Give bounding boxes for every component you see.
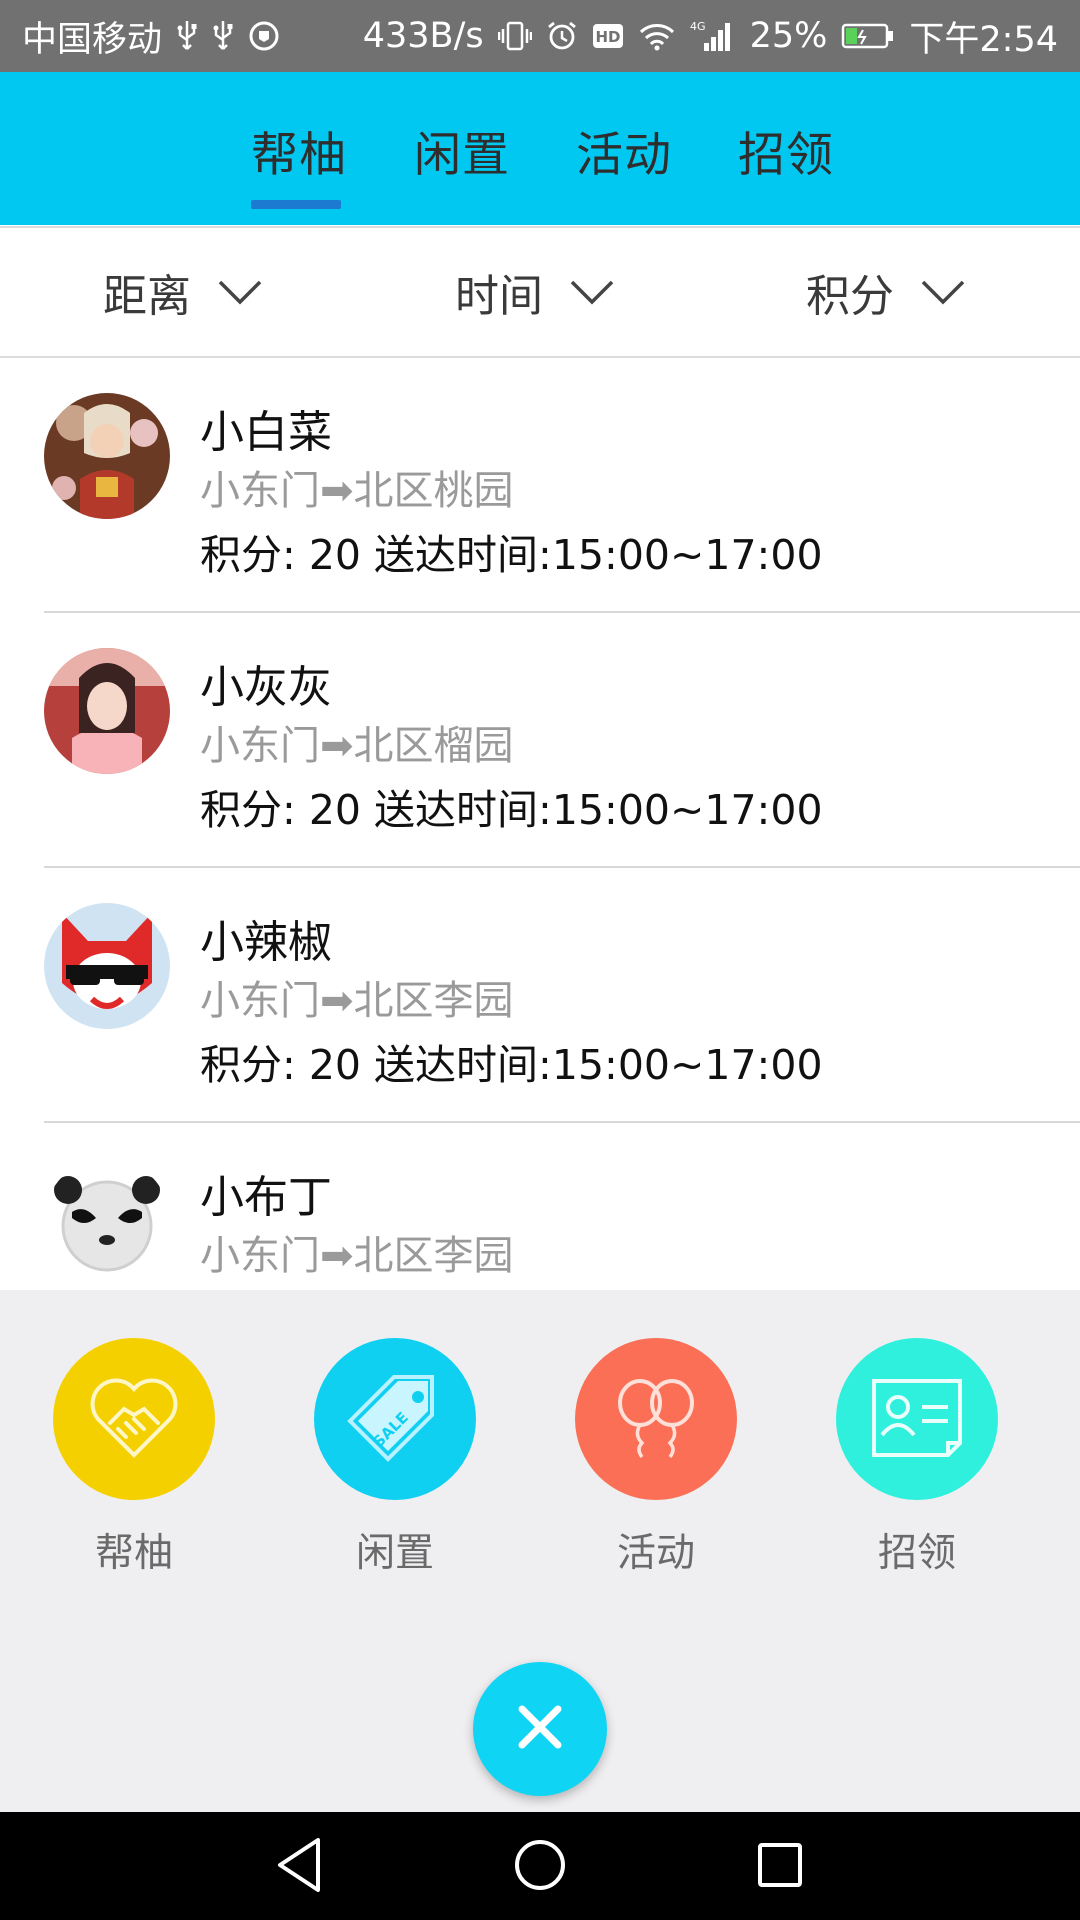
usb-icon — [212, 19, 234, 53]
status-right: 433B/s HD 4G 25% 下午2:54 — [363, 11, 1058, 62]
top-tab-bar: 帮柚 闲置 活动 招领 — [0, 72, 1080, 225]
status-bar: 中国移动 433B/s HD 4G 25% 下午2:54 — [0, 0, 1080, 72]
item-route: 小东门➡北区榴园 — [200, 723, 514, 769]
close-icon — [512, 1699, 568, 1759]
menu-label-huodong: 活动 — [616, 1531, 695, 1576]
item-route: 小东门➡北区桃园 — [200, 468, 514, 514]
tab-huodong[interactable]: 活动 — [576, 116, 672, 185]
system-nav-bar — [0, 1812, 1080, 1920]
list-item[interactable]: 小辣椒 小东门➡北区李园 积分: 20 送达时间:15:00~17:00 — [0, 868, 1080, 1123]
menu-label-bangyou: 帮柚 — [94, 1531, 173, 1576]
list-item[interactable]: 小白菜 小东门➡北区桃园 积分: 20 送达时间:15:00~17:00 — [0, 358, 1080, 613]
avatar — [44, 1158, 170, 1284]
tab-xianzhi[interactable]: 闲置 — [414, 116, 510, 185]
balloons-icon — [606, 1367, 706, 1471]
carrier-label: 中国移动 — [22, 19, 163, 60]
filter-points-label: 积分 — [806, 271, 894, 322]
active-tab-indicator — [251, 200, 341, 209]
wifi-icon — [638, 20, 676, 52]
tab-zhaoling[interactable]: 招领 — [738, 116, 834, 185]
sale-tag-icon: SALE — [340, 1367, 450, 1471]
back-icon[interactable] — [272, 1834, 328, 1900]
avatar — [44, 903, 170, 1029]
list-item[interactable]: 小灰灰 小东门➡北区榴园 积分: 20 送达时间:15:00~17:00 — [0, 613, 1080, 868]
menu-label-zhaoling: 招领 — [877, 1531, 956, 1576]
avatar — [44, 648, 170, 774]
net-speed-label: 433B/s — [362, 16, 484, 56]
svg-text:HD: HD — [595, 28, 620, 46]
filter-distance-label: 距离 — [103, 271, 191, 322]
filter-time-label: 时间 — [455, 271, 543, 322]
filter-time[interactable]: 时间 — [455, 228, 615, 356]
chevron-down-icon — [217, 267, 263, 318]
menu-label-xianzhi: 闲置 — [355, 1531, 434, 1576]
close-menu-button[interactable] — [473, 1662, 607, 1796]
handshake-heart-icon — [84, 1367, 184, 1471]
tab-bangyou[interactable]: 帮柚 — [251, 116, 347, 185]
menu-button-zhaoling[interactable] — [836, 1338, 998, 1500]
network-type-label: 4G — [690, 20, 706, 33]
publish-menu: 帮柚 SALE 闲置 活动 招领 — [0, 1290, 1080, 1812]
item-route: 小东门➡北区李园 — [200, 978, 514, 1024]
item-meta: 积分: 20 送达时间:15:00~17:00 — [200, 786, 823, 834]
hd-icon: HD — [592, 22, 624, 50]
battery-percent: 25% — [749, 16, 828, 56]
vibrate-icon — [497, 20, 532, 52]
id-card-icon — [864, 1367, 970, 1471]
item-meta: 积分: 20 送达时间:15:00~17:00 — [200, 1041, 823, 1089]
signal-icon: 4G — [690, 19, 736, 53]
battery-icon — [841, 21, 895, 51]
shield-icon — [248, 20, 280, 52]
chevron-down-icon — [920, 267, 966, 318]
chevron-down-icon — [569, 267, 615, 318]
clock-label: 下午2:54 — [909, 19, 1058, 60]
item-name: 小灰灰 — [200, 662, 332, 713]
usb-icon — [176, 19, 198, 53]
status-left: 中国移动 — [22, 11, 280, 62]
menu-button-huodong[interactable] — [575, 1338, 737, 1500]
filter-bar: 距离 时间 积分 — [0, 226, 1080, 358]
filter-distance[interactable]: 距离 — [103, 228, 263, 356]
menu-button-xianzhi[interactable]: SALE — [314, 1338, 476, 1500]
avatar — [44, 393, 170, 519]
home-icon[interactable] — [512, 1834, 568, 1900]
item-route: 小东门➡北区李园 — [200, 1233, 514, 1279]
alarm-icon — [546, 20, 578, 52]
menu-button-bangyou[interactable] — [53, 1338, 215, 1500]
filter-points[interactable]: 积分 — [806, 228, 966, 356]
item-name: 小布丁 — [200, 1172, 332, 1223]
item-name: 小辣椒 — [200, 917, 332, 968]
recents-icon[interactable] — [752, 1834, 808, 1900]
item-meta: 积分: 20 送达时间:15:00~17:00 — [200, 531, 823, 579]
item-name: 小白菜 — [200, 407, 332, 458]
